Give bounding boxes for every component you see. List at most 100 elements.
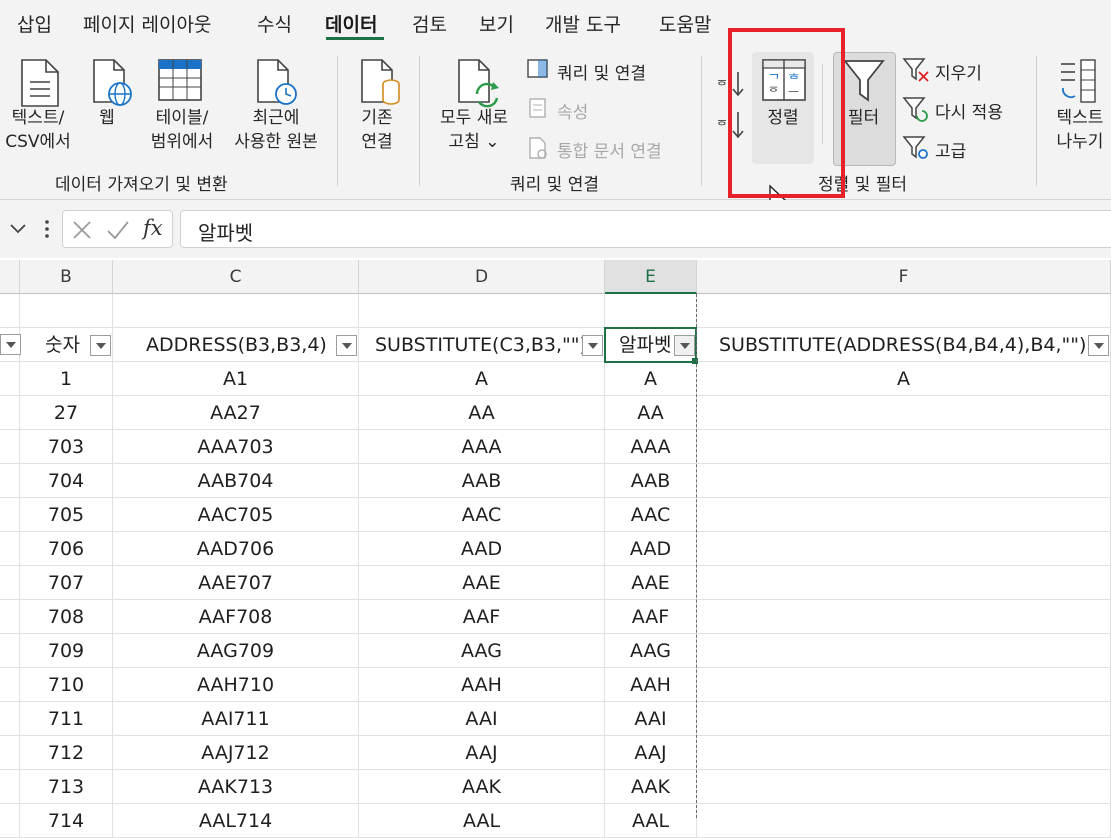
clear-button[interactable]: 지우기 [935, 59, 982, 84]
cell-f[interactable] [697, 634, 1111, 668]
name-box-dropdown-icon[interactable] [8, 222, 28, 236]
cell-d[interactable]: AAG [359, 634, 605, 668]
tab-data[interactable]: 데이터 [325, 10, 377, 37]
cell-e[interactable]: AAK [605, 770, 697, 804]
cancel-icon[interactable] [71, 219, 93, 241]
cell-f[interactable] [697, 702, 1111, 736]
cell-d[interactable]: AAH [359, 668, 605, 702]
cell-e[interactable]: AAA [605, 430, 697, 464]
from-web-button[interactable]: 웹 [92, 106, 122, 130]
empty-cell[interactable] [20, 294, 113, 328]
cell-a[interactable] [0, 532, 20, 566]
cell-b[interactable]: 707 [20, 566, 113, 600]
cell-c[interactable]: AAC705 [113, 498, 359, 532]
text-to-columns-button[interactable]: 텍스트 나누기 [1050, 106, 1110, 154]
cell-a[interactable] [0, 566, 20, 600]
cell-e[interactable]: AAF [605, 600, 697, 634]
recent-sources-button[interactable]: 최근에 사용한 원본 [226, 106, 326, 154]
column-header-f[interactable]: F [697, 260, 1111, 294]
empty-cell[interactable] [605, 294, 697, 328]
cell-d[interactable]: AAA [359, 430, 605, 464]
tab-help[interactable]: 도움말 [659, 10, 711, 37]
more-options-icon[interactable] [42, 218, 52, 240]
cell-c[interactable]: AAE707 [113, 566, 359, 600]
filter-dropdown-f[interactable] [1088, 335, 1109, 356]
column-header-b[interactable]: B [20, 260, 113, 294]
cell-e[interactable]: AAE [605, 566, 697, 600]
cell-d[interactable]: AAB [359, 464, 605, 498]
cell-a[interactable] [0, 430, 20, 464]
cell-c[interactable]: AAJ712 [113, 736, 359, 770]
cell-b[interactable]: 705 [20, 498, 113, 532]
filter-dropdown-d[interactable] [582, 335, 603, 356]
column-header-d[interactable]: D [359, 260, 605, 294]
queries-connections-button[interactable]: 쿼리 및 연결 [557, 59, 646, 84]
cell-c[interactable]: AAA703 [113, 430, 359, 464]
cell-a[interactable] [0, 464, 20, 498]
filter-dropdown-b[interactable] [90, 335, 111, 356]
cell-b[interactable]: 703 [20, 430, 113, 464]
cell-e[interactable]: AAJ [605, 736, 697, 770]
advanced-button[interactable]: 고급 [935, 137, 966, 162]
cell-a[interactable] [0, 600, 20, 634]
cell-b[interactable]: 27 [20, 396, 113, 430]
cell-a[interactable] [0, 634, 20, 668]
cell-c[interactable]: A1 [113, 362, 359, 396]
cell-a[interactable] [0, 396, 20, 430]
existing-connections-button[interactable]: 기존 연결 [352, 106, 402, 154]
empty-cell[interactable] [697, 294, 1111, 328]
tab-view[interactable]: 보기 [479, 10, 514, 37]
cell-b[interactable]: 1 [20, 362, 113, 396]
cell-b[interactable]: 704 [20, 464, 113, 498]
properties-button[interactable]: 속성 [557, 98, 588, 123]
cell-e[interactable]: AAH [605, 668, 697, 702]
cell-c[interactable]: AAL714 [113, 804, 359, 838]
cell-f[interactable] [697, 396, 1111, 430]
cell-f[interactable] [697, 770, 1111, 804]
cell-b[interactable]: 710 [20, 668, 113, 702]
cell-b[interactable]: 711 [20, 702, 113, 736]
table-header-cell-d[interactable]: SUBSTITUTE(C3,B3,"") [359, 328, 605, 362]
cell-d[interactable]: AAE [359, 566, 605, 600]
cell-d[interactable]: AAC [359, 498, 605, 532]
formula-input[interactable] [180, 210, 1111, 248]
cell-d[interactable]: A [359, 362, 605, 396]
cell-f[interactable] [697, 566, 1111, 600]
cell-e[interactable]: AAL [605, 804, 697, 838]
cell-a[interactable] [0, 736, 20, 770]
cell-a[interactable] [0, 498, 20, 532]
tab-page-layout[interactable]: 페이지 레이아웃 [83, 10, 211, 37]
cell-c[interactable]: AAH710 [113, 668, 359, 702]
filter-dropdown-a[interactable] [0, 334, 21, 355]
fill-handle[interactable] [692, 358, 698, 364]
from-table-range-button[interactable]: 테이블/ 범위에서 [144, 106, 220, 154]
tab-formulas[interactable]: 수식 [257, 10, 292, 37]
cell-e[interactable]: AAI [605, 702, 697, 736]
cell-f[interactable] [697, 498, 1111, 532]
cell-c[interactable]: AAD706 [113, 532, 359, 566]
cell-f[interactable]: A [697, 362, 1111, 396]
cell-a[interactable] [0, 804, 20, 838]
cell-e[interactable]: AAD [605, 532, 697, 566]
table-header-cell-c[interactable]: ADDRESS(B3,B3,4) [113, 328, 359, 362]
table-header-cell-f[interactable]: SUBSTITUTE(ADDRESS(B4,B4,4),B4,"") [697, 328, 1111, 362]
tab-review[interactable]: 검토 [412, 10, 447, 37]
cell-b[interactable]: 709 [20, 634, 113, 668]
cell-b[interactable]: 714 [20, 804, 113, 838]
refresh-all-button[interactable]: 모두 새로 고침 ⌄ [432, 106, 516, 154]
cell-c[interactable]: AAB704 [113, 464, 359, 498]
column-header-a-partial[interactable] [0, 260, 20, 294]
cell-b[interactable]: 712 [20, 736, 113, 770]
cell-d[interactable]: AAK [359, 770, 605, 804]
cell-c[interactable]: AAG709 [113, 634, 359, 668]
column-header-e[interactable]: E [605, 260, 697, 294]
cell-c[interactable]: AA27 [113, 396, 359, 430]
edit-links-button[interactable]: 통합 문서 연결 [557, 137, 662, 162]
cell-f[interactable] [697, 430, 1111, 464]
cell-a[interactable] [0, 770, 20, 804]
cell-f[interactable] [697, 532, 1111, 566]
cell-b[interactable]: 706 [20, 532, 113, 566]
cell-a[interactable] [0, 702, 20, 736]
cell-e[interactable]: A [605, 362, 697, 396]
cell-d[interactable]: AAL [359, 804, 605, 838]
